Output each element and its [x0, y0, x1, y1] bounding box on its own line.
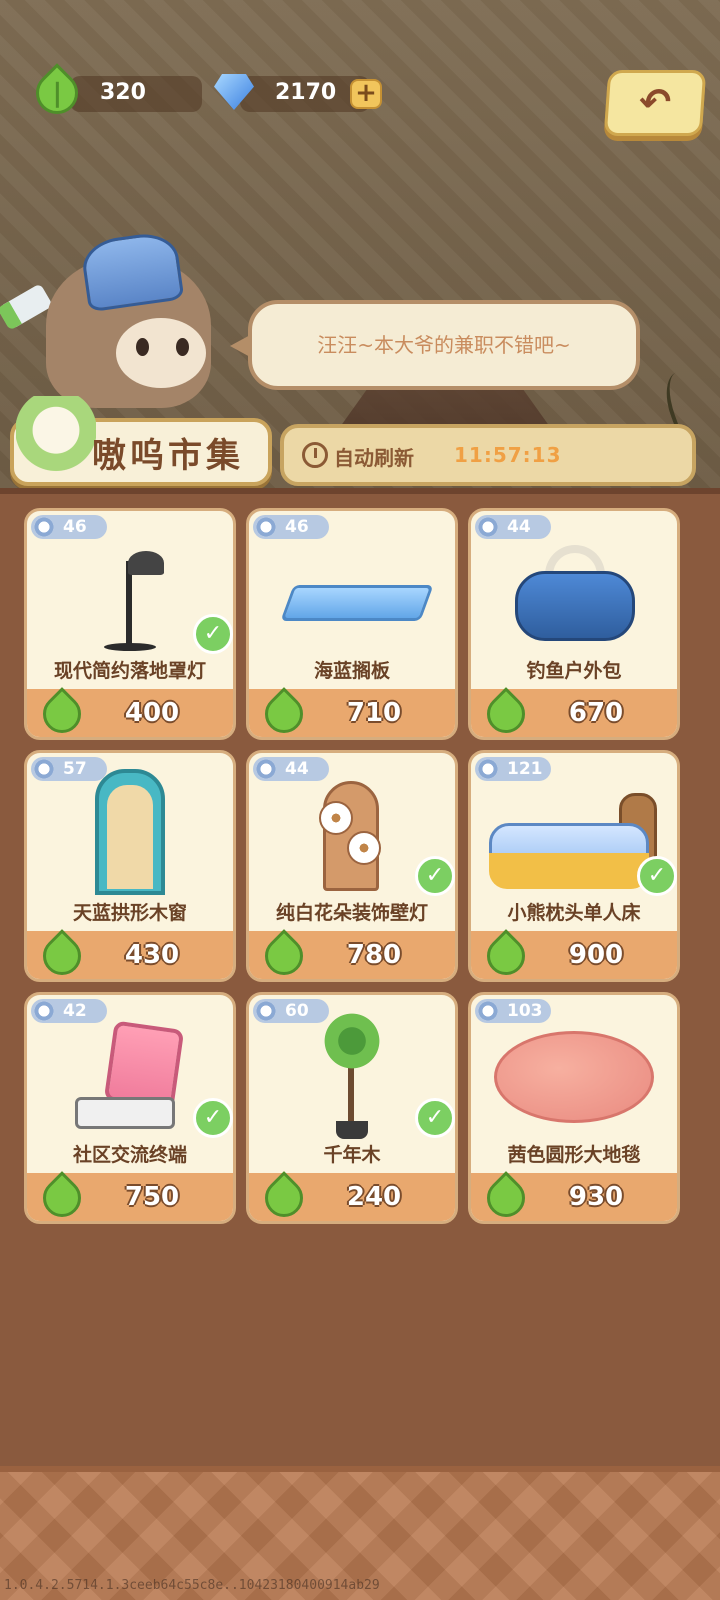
- price-bar[interactable]: 400: [27, 687, 233, 737]
- item-price: 900: [568, 940, 624, 970]
- owned-check-icon: ✓: [193, 1098, 233, 1138]
- gem-amount: 2170: [275, 80, 337, 105]
- item-price: 430: [124, 940, 180, 970]
- item-name: 社区交流终端: [72, 1144, 187, 1166]
- shop-item-card[interactable]: 121 ✓ 小熊枕头单人床 900: [468, 750, 680, 982]
- speech-bubble: 汪汪~本大爷的兼职不错吧~: [230, 300, 640, 390]
- leaf-currency-icon: [479, 687, 533, 737]
- price-bar[interactable]: 670: [471, 687, 677, 737]
- leaf-currency-icon: [257, 929, 311, 979]
- item-name: 千年木: [323, 1144, 381, 1166]
- leaf-currency-icon: [479, 1171, 533, 1221]
- price-bar[interactable]: 710: [249, 687, 455, 737]
- flower-level-icon: [255, 516, 277, 538]
- price-bar[interactable]: 240: [249, 1171, 455, 1221]
- leaf-amount: 320: [100, 80, 146, 105]
- shop-item-card[interactable]: 42 ✓ 社区交流终端 750: [24, 992, 236, 1224]
- leaf-currency-icon: [35, 687, 89, 737]
- flower-level-icon: [255, 758, 277, 780]
- item-price: 930: [568, 1182, 624, 1212]
- leaf-currency-icon: [257, 1171, 311, 1221]
- dog-eye-right: [176, 338, 189, 356]
- shop-item-card[interactable]: 103 茜色圆形大地毯 930: [468, 992, 680, 1224]
- terminal-icon: [75, 1020, 185, 1135]
- bed-icon: [489, 783, 659, 893]
- item-name: 茜色圆形大地毯: [507, 1144, 641, 1166]
- item-name: 现代简约落地罩灯: [53, 660, 206, 682]
- clock-icon: [302, 442, 328, 468]
- item-price: 670: [568, 698, 624, 728]
- shop-item-card[interactable]: 57 天蓝拱形木窗 430: [24, 750, 236, 982]
- shop-item-card[interactable]: 44 ✓ 纯白花朵装饰壁灯 780: [246, 750, 458, 982]
- version-string: 1.0.4.2.5714.1.3ceeb64c55c8e..1042318040…: [4, 1578, 380, 1593]
- flower-level-icon: [33, 516, 55, 538]
- plant-icon: [312, 1009, 392, 1139]
- item-name: 小熊枕头单人床: [507, 902, 641, 924]
- leaf-currency-icon: [479, 929, 533, 979]
- flower-level-icon: [33, 758, 55, 780]
- back-button[interactable]: ↶: [603, 70, 707, 136]
- dog-face: [116, 318, 206, 388]
- flower-level-icon: [477, 758, 499, 780]
- add-gems-button[interactable]: +: [350, 79, 382, 109]
- flower-level-icon: [33, 1000, 55, 1022]
- dog-eye-left: [136, 338, 149, 356]
- floor-lamp-icon: [90, 541, 170, 651]
- price-bar[interactable]: 930: [471, 1171, 677, 1221]
- flower-level-icon: [477, 516, 499, 538]
- item-name: 天蓝拱形木窗: [72, 902, 187, 924]
- owned-check-icon: ✓: [637, 856, 677, 896]
- flower-leaf-icon: [16, 396, 96, 472]
- item-price: 710: [346, 698, 402, 728]
- shop-item-card[interactable]: 46 海蓝搁板 710: [246, 508, 458, 740]
- leaf-currency-icon: [35, 1171, 89, 1221]
- item-price: 240: [346, 1182, 402, 1212]
- bag-icon: [509, 541, 639, 651]
- item-price: 400: [124, 698, 180, 728]
- price-bar[interactable]: 780: [249, 929, 455, 979]
- flower-level-icon: [477, 1000, 499, 1022]
- item-price: 780: [346, 940, 402, 970]
- owned-check-icon: ✓: [415, 1098, 455, 1138]
- owned-check-icon: ✓: [193, 614, 233, 654]
- item-name: 钓鱼户外包: [526, 660, 622, 682]
- price-bar[interactable]: 430: [27, 929, 233, 979]
- item-price: 750: [124, 1182, 180, 1212]
- price-bar[interactable]: 750: [27, 1171, 233, 1221]
- owned-check-icon: ✓: [415, 856, 455, 896]
- leaf-currency-icon: [35, 929, 89, 979]
- shop-item-card[interactable]: 44 钓鱼户外包 670: [468, 508, 680, 740]
- market-title: 嗷呜市集: [92, 436, 244, 476]
- rug-icon: [494, 1025, 654, 1125]
- shop-item-card[interactable]: 60 ✓ 千年木 240: [246, 992, 458, 1224]
- auto-refresh-label: 自动刷新: [334, 446, 414, 470]
- shelf-icon: [277, 555, 434, 635]
- leaf-currency-icon: [257, 687, 311, 737]
- refresh-countdown: 11:57:13: [454, 443, 562, 467]
- price-bar[interactable]: 900: [471, 929, 677, 979]
- wall-lamp-icon: [317, 781, 387, 896]
- window-icon: [95, 769, 165, 899]
- item-name: 纯白花朵装饰壁灯: [275, 902, 428, 924]
- flower-level-icon: [255, 1000, 277, 1022]
- item-name: 海蓝搁板: [313, 660, 390, 682]
- shop-item-card[interactable]: 46 ✓ 现代简约落地罩灯 400: [24, 508, 236, 740]
